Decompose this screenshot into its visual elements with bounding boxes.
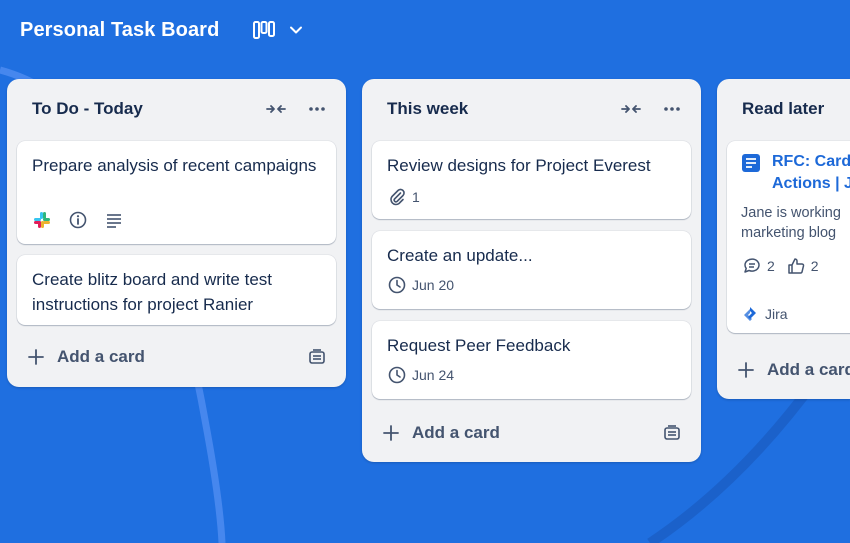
card-template-icon[interactable]: [308, 348, 326, 366]
comment-icon: [744, 258, 760, 273]
card-description-line: Jane is working: [741, 205, 841, 221]
add-card-label: Add a card: [412, 423, 500, 442]
card-title: Create blitz board and write test instru…: [32, 270, 273, 314]
card-title: Review designs for Project Everest: [387, 156, 651, 175]
card[interactable]: Review designs for Project Everest 1: [372, 141, 691, 219]
clock-icon: [388, 276, 406, 294]
add-card-button[interactable]: Add a card: [382, 416, 500, 450]
add-card-label: Add a card: [767, 360, 850, 379]
card-badges: 2 2: [743, 257, 819, 275]
info-icon: [69, 211, 87, 229]
collapse-list-icon[interactable]: [620, 101, 642, 117]
card-title: Create an update...: [387, 246, 533, 265]
plus-icon: [28, 349, 44, 365]
list-header: This week: [362, 79, 701, 137]
list-title[interactable]: To Do - Today: [32, 99, 143, 119]
card[interactable]: Create an update... Jun 20: [372, 231, 691, 309]
description-icon: [107, 214, 121, 228]
card-link-title-line: RFC: Card: [772, 153, 850, 170]
plus-icon: [738, 362, 754, 378]
card-title: Request Peer Feedback: [387, 336, 571, 355]
list-read-later: Read later RFC: Card Actions | J Jane is…: [717, 79, 850, 399]
card-source: Jira: [743, 305, 788, 323]
card-description: Jane is working marketing blog: [741, 203, 850, 243]
comment-count: 2: [767, 258, 775, 274]
card-badges: 1: [388, 188, 420, 206]
card-description-line: marketing blog: [741, 225, 837, 241]
due-date: Jun 24: [412, 367, 455, 383]
plus-icon: [383, 425, 399, 441]
add-card-button[interactable]: Add a card: [737, 353, 850, 387]
board-header: Personal Task Board: [0, 0, 850, 60]
list-title[interactable]: This week: [387, 99, 468, 119]
collapse-list-icon[interactable]: [265, 101, 287, 117]
more-options-icon[interactable]: [662, 101, 682, 117]
due-date: Jun 20: [412, 277, 455, 293]
chevron-down-icon[interactable]: [289, 23, 303, 37]
card-link-title-line: Actions | J: [772, 175, 850, 192]
jira-icon: [744, 307, 756, 321]
list-to-do-today: To Do - Today Prepare analysis of recent…: [7, 79, 346, 387]
card-link-title[interactable]: RFC: Card Actions | J: [772, 151, 850, 195]
board-columns-icon[interactable]: [253, 21, 276, 39]
add-card-label: Add a card: [57, 347, 145, 366]
attachment-count: 1: [412, 189, 420, 205]
due-date-badge: Jun 20: [388, 276, 454, 294]
due-date-badge: Jun 24: [388, 366, 454, 384]
like-count: 2: [810, 258, 819, 274]
more-options-icon[interactable]: [307, 101, 327, 117]
card[interactable]: RFC: Card Actions | J Jane is working ma…: [727, 141, 850, 333]
list-title[interactable]: Read later: [742, 99, 824, 119]
like-icon: [788, 258, 805, 274]
slack-icon: [34, 212, 50, 228]
card-badges: [33, 211, 123, 229]
list-header: Read later: [717, 79, 850, 137]
card-title: Prepare analysis of recent campaigns: [32, 156, 317, 175]
clock-icon: [388, 366, 406, 384]
card-template-icon[interactable]: [663, 424, 681, 442]
source-name: Jira: [765, 306, 788, 322]
card[interactable]: Prepare analysis of recent campaigns: [17, 141, 336, 244]
list-this-week: This week Review designs for Project Eve…: [362, 79, 701, 462]
board-title[interactable]: Personal Task Board: [20, 19, 219, 42]
attachment-icon: [390, 188, 405, 206]
add-card-button[interactable]: Add a card: [27, 340, 145, 374]
card[interactable]: Create blitz board and write test instru…: [17, 255, 336, 325]
card[interactable]: Request Peer Feedback Jun 24: [372, 321, 691, 399]
document-icon: [742, 154, 760, 172]
list-header: To Do - Today: [7, 79, 346, 137]
